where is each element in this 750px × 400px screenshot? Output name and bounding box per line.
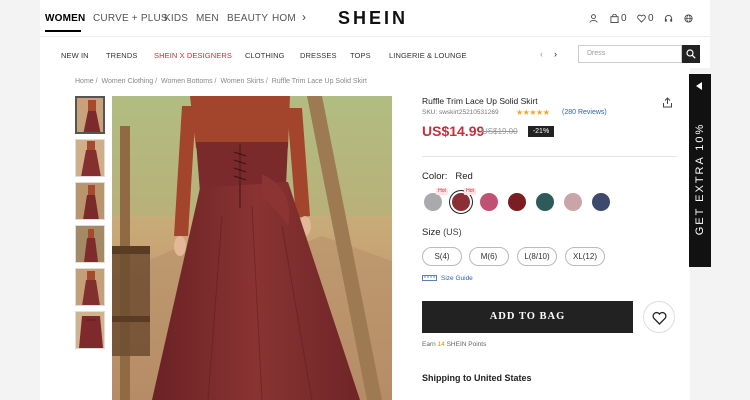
- points-suffix: SHEIN Points: [446, 341, 487, 348]
- nav-dresses[interactable]: DRESSES: [300, 51, 337, 60]
- nav-lingerie-lounge[interactable]: LINGERIE & LOUNGE: [389, 51, 467, 60]
- product-info-panel: Ruffle Trim Lace Up Solid Skirt SKU: sws…: [422, 68, 690, 400]
- points-value: 14: [437, 341, 445, 348]
- breadcrumb-women-skirts[interactable]: Women Skirts /: [220, 78, 267, 85]
- category-home[interactable]: HOM: [272, 13, 296, 24]
- reviews-link[interactable]: (280 Reviews): [562, 109, 607, 116]
- category-women[interactable]: WOMEN: [45, 13, 85, 24]
- points-text: Earn 14 SHEIN Points: [422, 341, 486, 348]
- divider: [422, 156, 677, 157]
- search-input[interactable]: Dress: [578, 45, 682, 63]
- thumbnail-5[interactable]: [75, 268, 105, 306]
- active-category-underline: [45, 30, 81, 32]
- size-option-xl[interactable]: XL(12): [565, 247, 605, 266]
- top-navigation-bar: WOMEN CURVE + PLUS KIDS MEN BEAUTY HOM ›…: [40, 0, 710, 36]
- hot-badge: Hot: [464, 188, 476, 195]
- share-icon[interactable]: [662, 95, 673, 113]
- discount-badge: -21%: [528, 126, 554, 137]
- sale-price: US$14.99: [422, 123, 485, 139]
- get-extra-discount-tab[interactable]: GET EXTRA 10%: [689, 74, 711, 267]
- color-swatch-red[interactable]: [452, 193, 470, 211]
- product-page-content: Home / Women Clothing / Women Bottoms / …: [40, 68, 690, 400]
- nav-prev-arrow-icon[interactable]: ‹: [540, 49, 543, 59]
- bag-count: 0: [621, 13, 627, 24]
- bag-icon[interactable]: [610, 13, 619, 24]
- nav-tops[interactable]: TOPS: [350, 51, 371, 60]
- nav-trends[interactable]: TRENDS: [106, 51, 137, 60]
- arrow-left-icon: [696, 82, 702, 90]
- hot-badge: Hot: [436, 188, 448, 195]
- color-swatch-grey[interactable]: [424, 193, 442, 211]
- rating-stars: ★★★★★: [516, 108, 550, 117]
- selected-color-value: Red: [455, 171, 473, 182]
- side-tab-text: GET EXTRA 10%: [694, 122, 706, 236]
- category-men[interactable]: MEN: [196, 13, 219, 24]
- category-kids[interactable]: KIDS: [164, 13, 188, 24]
- size-guide-text: Size Guide: [441, 275, 473, 282]
- color-swatch-navy[interactable]: [592, 193, 610, 211]
- color-swatch-teal[interactable]: [536, 193, 554, 211]
- thumbnail-6[interactable]: [75, 311, 105, 349]
- breadcrumb-women-bottoms[interactable]: Women Bottoms /: [161, 78, 217, 85]
- breadcrumb-women-clothing[interactable]: Women Clothing /: [102, 78, 158, 85]
- product-sku: SKU: swskirt25210531269: [422, 109, 499, 116]
- size-unit: (US): [443, 227, 462, 237]
- thumbnail-4[interactable]: [75, 225, 105, 263]
- category-curve-plus[interactable]: CURVE + PLUS: [93, 13, 168, 24]
- thumbnail-1[interactable]: [75, 96, 105, 134]
- chevron-right-icon[interactable]: ›: [302, 10, 306, 24]
- add-to-bag-button[interactable]: ADD TO BAG: [422, 301, 633, 333]
- size-option-m[interactable]: M(6): [469, 247, 509, 266]
- nav-clothing[interactable]: CLOTHING: [245, 51, 285, 60]
- size-guide-link[interactable]: Size Guide: [422, 275, 473, 282]
- main-product-image[interactable]: [112, 96, 392, 400]
- size-option-l[interactable]: L(8/10): [517, 247, 557, 266]
- globe-icon[interactable]: [684, 13, 693, 24]
- nav-new-in[interactable]: NEW IN: [61, 51, 89, 60]
- shein-logo[interactable]: SHEIN: [338, 8, 408, 29]
- nav-shein-x-designers[interactable]: SHEIN X DESIGNERS: [154, 51, 232, 60]
- points-prefix: Earn: [422, 341, 436, 348]
- color-label-text: Color:: [422, 171, 448, 182]
- original-price: US$19.00: [482, 127, 518, 136]
- color-swatch-dusty-pink[interactable]: [564, 193, 582, 211]
- size-option-s[interactable]: S(4): [422, 247, 462, 266]
- breadcrumb: Home / Women Clothing / Women Bottoms / …: [75, 78, 369, 85]
- heart-icon[interactable]: [637, 13, 646, 24]
- wishlist-count: 0: [648, 13, 654, 24]
- category-beauty[interactable]: BEAUTY: [227, 13, 268, 24]
- thumbnail-3[interactable]: [75, 182, 105, 220]
- headset-icon[interactable]: [664, 13, 673, 24]
- product-title: Ruffle Trim Lace Up Solid Skirt: [422, 96, 538, 106]
- shipping-heading[interactable]: Shipping to United States: [422, 373, 532, 383]
- nav-next-arrow-icon[interactable]: ›: [554, 49, 557, 59]
- search-placeholder: Dress: [587, 50, 606, 57]
- size-label: Size (US): [422, 227, 462, 238]
- heart-icon: [652, 311, 667, 325]
- breadcrumb-home[interactable]: Home /: [75, 78, 98, 85]
- search-button[interactable]: [682, 45, 700, 63]
- user-icon[interactable]: [589, 13, 598, 24]
- wishlist-button[interactable]: [643, 301, 675, 333]
- ruler-icon: [422, 275, 437, 282]
- secondary-navigation: NEW IN TRENDS SHEIN X DESIGNERS CLOTHING…: [40, 36, 710, 68]
- color-label: Color: Red: [422, 171, 473, 182]
- color-swatch-burgundy[interactable]: [508, 193, 526, 211]
- breadcrumb-current: Ruffle Trim Lace Up Solid Skirt: [271, 78, 367, 85]
- thumbnail-2[interactable]: [75, 139, 105, 177]
- color-swatch-pink[interactable]: [480, 193, 498, 211]
- size-label-text: Size: [422, 227, 441, 238]
- search-icon: [686, 49, 696, 59]
